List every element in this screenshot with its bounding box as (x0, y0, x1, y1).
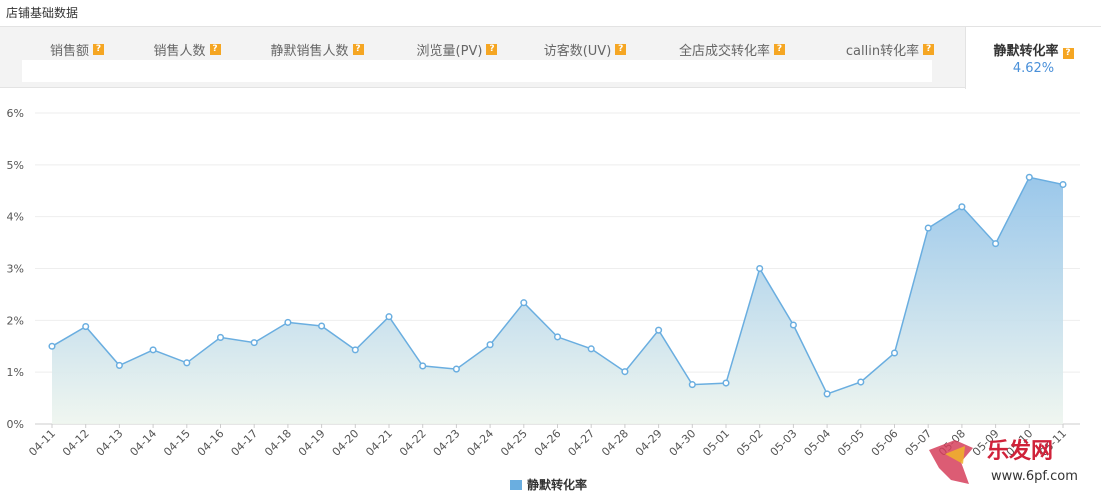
x-tick-label: 05-05 (835, 427, 867, 459)
x-tick-label: 04-26 (532, 427, 564, 459)
x-tick-label: 04-27 (566, 427, 598, 459)
x-tick-label: 04-28 (599, 427, 631, 459)
x-tick-label: 04-19 (296, 427, 328, 459)
x-tick-label: 04-17 (229, 427, 261, 459)
data-point[interactable] (621, 368, 629, 376)
conversion-rate-chart: 0% 1% 2% 3% 4% 5% 6% 04-11 04-12 04-13 04-14 04-15… (7, 107, 1080, 459)
data-point[interactable] (520, 299, 528, 307)
data-point[interactable] (890, 349, 899, 357)
y-tick-label: 0% (7, 418, 24, 431)
data-point[interactable] (655, 326, 663, 334)
x-tick-label: 04-21 (363, 427, 395, 459)
data-point[interactable] (1025, 173, 1033, 181)
x-tick-label: 04-24 (464, 427, 496, 459)
legend-label: 静默转化率 (527, 478, 588, 492)
data-point[interactable] (1059, 180, 1067, 189)
data-point[interactable] (351, 346, 359, 354)
x-tick-label: 04-15 (161, 427, 193, 459)
y-tick-label: 4% (7, 211, 24, 224)
legend-swatch (510, 479, 522, 490)
x-tick-label: 05-03 (768, 427, 800, 459)
x-tick-label: 05-01 (700, 427, 732, 459)
x-tick-label: 04-12 (60, 427, 92, 459)
x-tick-label: 04-25 (498, 427, 530, 459)
x-tick-label: 04-23 (431, 427, 463, 459)
data-point[interactable] (688, 381, 696, 389)
x-tick-label: 04-22 (397, 427, 429, 459)
y-tick-label: 3% (7, 263, 24, 276)
data-point[interactable] (419, 362, 427, 370)
data-point[interactable] (183, 359, 191, 367)
watermark-logo: 乐发网 www.6pf.com (929, 438, 1078, 484)
y-tick-label: 6% (7, 107, 24, 120)
data-point[interactable] (992, 240, 1000, 248)
data-point[interactable] (318, 322, 326, 330)
x-tick-label: 05-06 (869, 427, 901, 459)
data-point[interactable] (486, 341, 494, 349)
data-point[interactable] (452, 365, 460, 373)
data-point[interactable] (756, 264, 764, 273)
data-point[interactable] (216, 333, 225, 341)
data-point[interactable] (553, 333, 562, 341)
x-tick-label: 04-11 (26, 427, 58, 459)
x-tick-label: 04-29 (633, 427, 665, 459)
data-point[interactable] (250, 339, 258, 347)
data-point[interactable] (48, 342, 56, 350)
data-point[interactable] (149, 346, 157, 354)
watermark-url: www.6pf.com (991, 469, 1078, 484)
y-tick-label: 2% (7, 314, 24, 327)
y-tick-label: 5% (7, 159, 24, 172)
x-tick-label: 04-13 (94, 427, 126, 459)
chart-legend[interactable]: 静默转化率 (510, 476, 587, 493)
y-tick-label: 1% (7, 366, 24, 379)
data-point[interactable] (857, 378, 865, 386)
series-area (52, 177, 1063, 424)
x-tick-label: 04-14 (127, 427, 159, 459)
data-point[interactable] (82, 323, 90, 331)
x-tick-label: 05-04 (801, 427, 833, 459)
data-point[interactable] (587, 345, 595, 353)
data-point[interactable] (789, 321, 797, 329)
x-tick-label: 04-20 (330, 427, 362, 459)
x-tick-label: 04-30 (667, 427, 699, 459)
y-tick-labels: 0% 1% 2% 3% 4% 5% 6% (7, 107, 24, 431)
data-point[interactable] (958, 203, 966, 211)
x-tick-label: 05-02 (734, 427, 766, 459)
data-point[interactable] (722, 379, 730, 387)
x-tick-label: 04-18 (262, 427, 294, 459)
data-point[interactable] (823, 390, 831, 398)
data-point[interactable] (385, 313, 393, 321)
data-point[interactable] (284, 318, 292, 326)
data-point[interactable] (924, 224, 932, 232)
x-tick-label: 04-16 (195, 427, 227, 459)
watermark-brand: 乐发网 (987, 438, 1053, 464)
x-tick-labels: 04-11 04-12 04-13 04-14 04-15 04-16 04-17 04-18… (26, 424, 1069, 459)
data-point[interactable] (115, 361, 123, 369)
watermark-bull-shape (929, 440, 973, 484)
